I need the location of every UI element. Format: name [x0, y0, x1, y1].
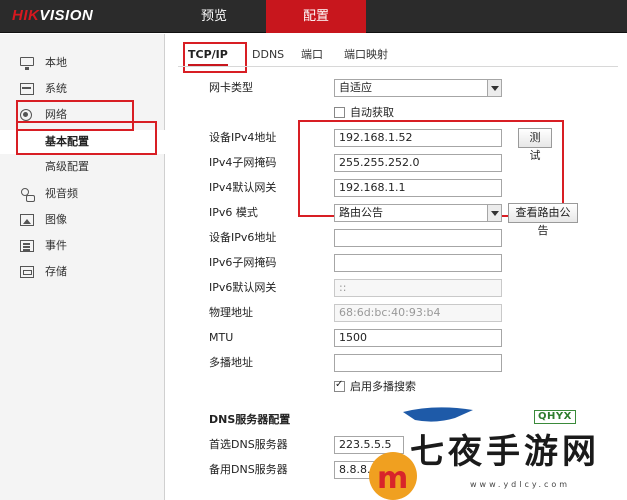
ipv6-prefix-label: IPv6子网掩码: [209, 256, 277, 269]
ipv6-address-label: 设备IPv6地址: [209, 231, 277, 244]
network-icon: [20, 109, 32, 121]
watermark-m-glyph: m: [377, 461, 408, 496]
watermark-bird-shape: [403, 407, 473, 422]
sidebar-subitem-advanced-config[interactable]: 高级配置: [0, 155, 165, 179]
chevron-down-icon: [487, 80, 501, 96]
multicast-search-checkbox[interactable]: [334, 379, 345, 392]
nic-type-label: 网卡类型: [209, 81, 253, 94]
mac-address-label: 物理地址: [209, 306, 253, 319]
preferred-dns-label: 首选DNS服务器: [209, 438, 288, 451]
sidebar-item-audio-video[interactable]: 视音频: [0, 182, 165, 206]
nav-tab-preview[interactable]: 预览: [164, 0, 264, 33]
test-button[interactable]: 测试: [518, 128, 552, 162]
nic-type-select[interactable]: 自适应: [334, 79, 502, 97]
watermark-text: 七夜手游网: [410, 432, 600, 472]
mtu-input[interactable]: 1500: [334, 329, 502, 347]
watermark-badge: QHYX: [534, 410, 576, 424]
audio-video-icon: [20, 188, 35, 202]
sidebar-subitem-basic-config[interactable]: 基本配置: [0, 130, 165, 154]
ipv6-address-input[interactable]: [334, 229, 502, 247]
ipv6-gateway-input[interactable]: ::: [334, 279, 502, 297]
tab-port-mapping[interactable]: 端口映射: [344, 44, 388, 66]
ipv4-mask-input[interactable]: 255.255.252.0: [334, 154, 502, 172]
system-icon: [20, 83, 34, 95]
dhcp-label: 自动获取: [350, 106, 394, 119]
dhcp-checkbox[interactable]: [334, 107, 345, 118]
multicast-address-label: 多播地址: [209, 356, 253, 369]
tab-port[interactable]: 端口: [301, 44, 323, 66]
tab-ddns[interactable]: DDNS: [252, 44, 284, 66]
tab-divider: [178, 66, 618, 67]
storage-icon: [20, 266, 34, 278]
ipv4-mask-label: IPv4子网掩码: [209, 156, 277, 169]
ipv4-address-label: 设备IPv4地址: [209, 131, 277, 144]
mac-address-field: 68:6d:bc:40:93:b4: [334, 304, 502, 322]
alternate-dns-label: 备用DNS服务器: [209, 463, 288, 476]
event-icon: [20, 240, 34, 252]
sidebar-item-image[interactable]: 图像: [0, 208, 165, 232]
ipv4-gateway-input[interactable]: 192.168.1.1: [334, 179, 502, 197]
dns-section-title: DNS服务器配置: [209, 413, 291, 426]
ipv6-gateway-label: IPv6默认网关: [209, 281, 277, 294]
sidebar-item-network[interactable]: 网络: [0, 103, 165, 127]
nav-tab-config[interactable]: 配置: [266, 0, 366, 33]
ipv6-prefix-input[interactable]: [334, 254, 502, 272]
multicast-address-input[interactable]: [334, 354, 502, 372]
sidebar-item-system[interactable]: 系统: [0, 77, 165, 101]
ipv4-address-input[interactable]: 192.168.1.52: [334, 129, 502, 147]
ipv6-mode-label: IPv6 模式: [209, 206, 258, 219]
watermark-url: www.ydlcy.com: [470, 480, 571, 489]
multicast-search-label: 启用多播搜索: [350, 380, 416, 393]
hikvision-logo: HIKVISION: [12, 7, 94, 24]
ipv6-mode-select[interactable]: 路由公告: [334, 204, 502, 222]
monitor-icon: [20, 57, 34, 70]
ipv4-gateway-label: IPv4默认网关: [209, 181, 277, 194]
sidebar: 本地 系统 网络 基本配置 高级配置 视音频 图像 事件 存储: [0, 34, 165, 500]
image-icon: [20, 214, 34, 226]
tab-tcpip[interactable]: TCP/IP: [188, 44, 228, 66]
view-route-advertisement-button[interactable]: 查看路由公告: [508, 203, 578, 237]
chevron-down-icon: [487, 205, 501, 221]
sidebar-item-event[interactable]: 事件: [0, 234, 165, 258]
sidebar-item-storage[interactable]: 存储: [0, 260, 165, 284]
mtu-label: MTU: [209, 331, 234, 344]
top-bar: HIKVISION 预览 配置: [0, 0, 627, 33]
sidebar-item-local[interactable]: 本地: [0, 51, 165, 75]
